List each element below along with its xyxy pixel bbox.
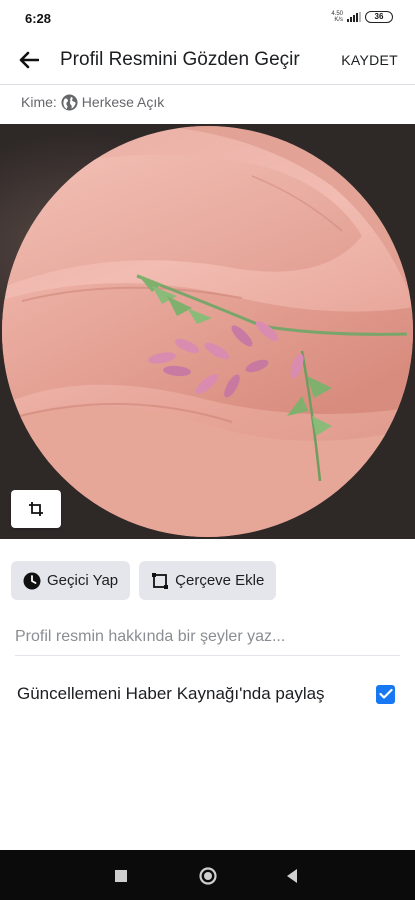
crop-button[interactable] (11, 490, 61, 528)
clock-icon (23, 572, 41, 589)
system-back-button[interactable] (280, 864, 304, 888)
audience-selector[interactable]: Kime: Herkese Açık (21, 92, 164, 112)
save-button[interactable]: KAYDET (341, 52, 398, 68)
frame-icon (152, 572, 169, 589)
share-to-feed-row[interactable]: Güncellemeni Haber Kaynağı'nda paylaş (17, 680, 395, 708)
caption-divider (15, 655, 400, 656)
system-nav-bar (0, 850, 415, 900)
profile-photo-circle (2, 126, 413, 537)
status-bar: 6:28 4.50 K/s 36 (0, 0, 415, 36)
share-to-feed-label: Güncellemeni Haber Kaynağı'nda paylaş (17, 684, 325, 703)
app-header: Profil Resmini Gözden Geçir KAYDET (0, 36, 415, 84)
add-frame-button[interactable]: Çerçeve Ekle (139, 561, 277, 600)
action-row: Geçici Yap Çerçeve Ekle (11, 561, 277, 600)
status-time: 6:28 (25, 11, 52, 26)
add-frame-label: Çerçeve Ekle (175, 572, 265, 589)
page-title: Profil Resmini Gözden Geçir (60, 49, 300, 70)
profile-photo-image (2, 126, 413, 537)
make-temporary-label: Geçici Yap (47, 572, 119, 589)
network-speed: 4.50 K/s (331, 11, 343, 23)
circle-home-icon (199, 867, 217, 885)
globe-icon (61, 93, 78, 111)
profile-photo-preview[interactable] (0, 124, 415, 539)
arrow-left-icon (19, 51, 39, 69)
crop-icon (29, 502, 43, 516)
battery-indicator: 36 (365, 11, 393, 23)
signal-icon (347, 12, 361, 22)
square-recents-icon (115, 870, 127, 882)
back-button[interactable] (14, 46, 44, 74)
audience-label: Kime: (21, 94, 57, 110)
header-divider (0, 84, 415, 85)
home-button[interactable] (196, 864, 220, 888)
triangle-back-icon (287, 869, 297, 883)
caption-input[interactable] (15, 620, 400, 654)
status-indicators: 4.50 K/s 36 (331, 11, 393, 23)
audience-value: Herkese Açık (81, 94, 165, 110)
checkmark-icon (378, 688, 393, 699)
recents-button[interactable] (109, 864, 133, 888)
make-temporary-button[interactable]: Geçici Yap (11, 561, 131, 600)
share-to-feed-checkbox[interactable] (376, 684, 395, 704)
